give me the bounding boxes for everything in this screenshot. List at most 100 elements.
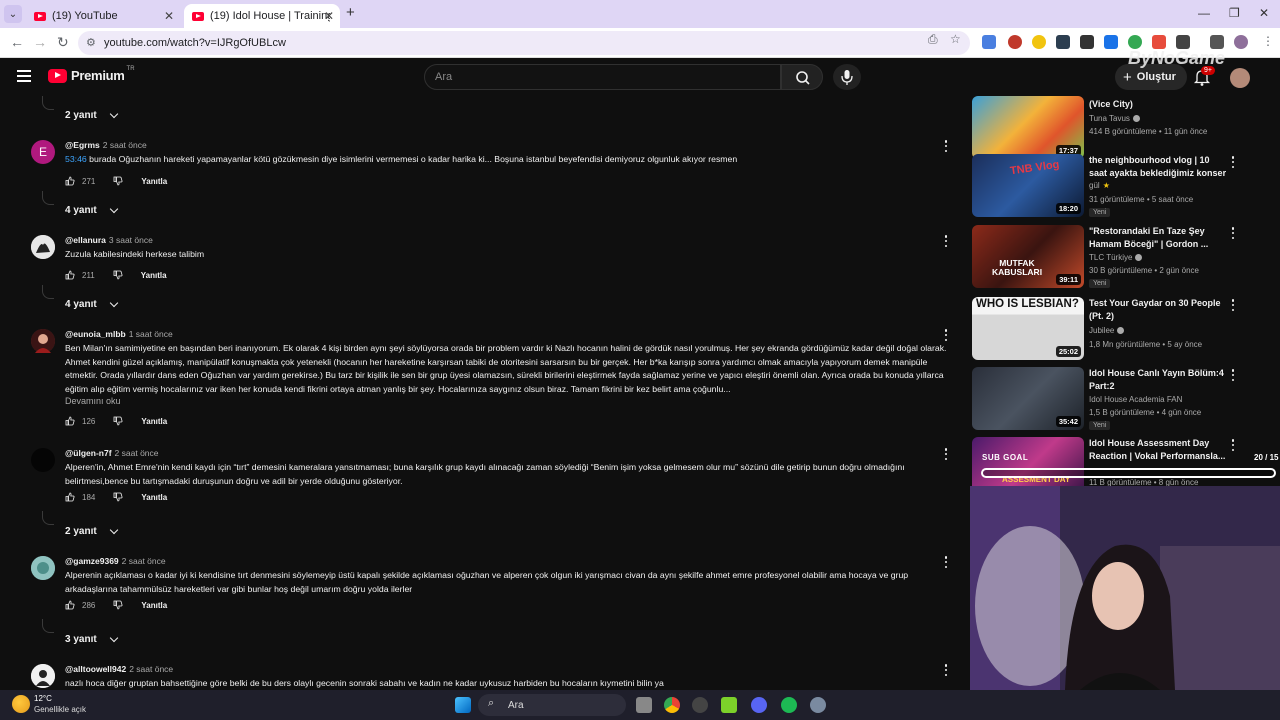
address-bar[interactable]: ⚙ youtube.com/watch?v=IJRgOfUBLcw — [78, 31, 970, 55]
video-channel[interactable]: Jubilee — [1089, 326, 1125, 335]
video-channel[interactable]: Tuna Tavus — [1089, 114, 1140, 123]
video-menu-icon[interactable] — [1231, 369, 1235, 381]
thumbs-up-icon[interactable] — [65, 270, 75, 280]
view-replies-button[interactable]: 3 yanıt — [65, 633, 118, 645]
task-view-icon[interactable] — [636, 697, 652, 713]
close-window-icon[interactable]: ✕ — [1259, 6, 1269, 20]
comment-time[interactable]: 3 saat önce — [109, 235, 153, 245]
site-info-icon[interactable]: ⚙ — [86, 36, 96, 49]
video-title[interactable]: Test Your Gaydar on 30 People (Pt. 2) — [1089, 297, 1229, 322]
video-title[interactable]: (Vice City) — [1089, 98, 1229, 111]
video-card[interactable]: 35:42 Idol House Canlı Yayın Bölüm:4 Par… — [970, 367, 1280, 433]
comment-menu-icon[interactable] — [944, 140, 948, 152]
tab-list-dropdown-icon[interactable]: ⌄ — [4, 5, 22, 23]
comment-author[interactable]: @Egrms — [65, 140, 100, 150]
close-tab-icon[interactable]: ✕ — [164, 9, 174, 23]
voice-search-button[interactable] — [833, 64, 861, 90]
comment-author[interactable]: @gamze9369 — [65, 556, 119, 566]
discord-icon[interactable] — [751, 697, 767, 713]
media-controls-icon[interactable] — [1210, 35, 1224, 49]
avatar[interactable] — [31, 329, 55, 353]
windows-start-icon[interactable] — [455, 697, 471, 713]
extension-icon[interactable] — [1056, 35, 1070, 49]
extension-icon[interactable] — [1104, 35, 1118, 49]
avatar[interactable] — [31, 235, 55, 259]
weather-description[interactable]: Genellikle açık — [34, 705, 86, 714]
account-avatar[interactable] — [1230, 68, 1250, 88]
thumbs-down-icon[interactable] — [113, 600, 123, 610]
video-card[interactable]: 17:37 (Vice City) Tuna Tavus 414 B görün… — [970, 96, 1280, 162]
browser-menu-icon[interactable]: ⋮ — [1262, 34, 1274, 48]
avatar[interactable]: E — [31, 140, 55, 164]
comment-time[interactable]: 2 saat önce — [129, 664, 173, 674]
install-app-icon[interactable]: ⎙ — [928, 32, 938, 47]
reload-icon[interactable]: ↻ — [57, 34, 69, 51]
new-tab-button[interactable]: + — [346, 4, 355, 21]
view-replies-button[interactable]: 2 yanıt — [65, 525, 118, 537]
thumbs-up-icon[interactable] — [65, 492, 75, 502]
view-replies-button[interactable]: 4 yanıt — [65, 298, 118, 310]
reply-button[interactable]: Yanıtla — [141, 493, 167, 502]
minimize-icon[interactable]: — — [1198, 6, 1210, 20]
comment-time[interactable]: 2 saat önce — [103, 140, 147, 150]
bookmark-star-icon[interactable]: ☆ — [950, 32, 961, 46]
video-menu-icon[interactable] — [1231, 227, 1235, 239]
video-title[interactable]: Idol House Assessment Day Reaction | Vok… — [1089, 437, 1229, 462]
video-channel[interactable]: gül ★ — [1089, 181, 1110, 190]
reply-button[interactable]: Yanıtla — [141, 271, 167, 280]
search-button[interactable] — [781, 64, 823, 90]
reply-button[interactable]: Yanıtla — [141, 601, 167, 610]
extension-icon[interactable] — [1152, 35, 1166, 49]
comment-menu-icon[interactable] — [944, 664, 948, 676]
avatar[interactable] — [31, 556, 55, 580]
extension-icon[interactable] — [1008, 35, 1022, 49]
hamburger-menu-icon[interactable] — [17, 70, 31, 82]
search-input[interactable]: Ara — [424, 64, 781, 90]
video-thumbnail[interactable]: TNB Vlog 18:20 — [972, 154, 1084, 217]
forward-icon[interactable]: → — [33, 34, 47, 50]
thumbs-down-icon[interactable] — [113, 176, 123, 186]
translate-extension-icon[interactable] — [982, 35, 996, 49]
video-thumbnail[interactable]: WHO IS LESBIAN? 25:02 — [972, 297, 1084, 360]
thumbs-down-icon[interactable] — [113, 270, 123, 280]
weather-temperature[interactable]: 12°C — [34, 694, 52, 703]
comment-menu-icon[interactable] — [944, 235, 948, 247]
close-tab-icon[interactable]: ✕ — [324, 9, 334, 23]
video-card[interactable]: MUTFAK KABUSLARI 39:11 "Restorandaki En … — [970, 225, 1280, 291]
profile-avatar-icon[interactable] — [1234, 35, 1248, 49]
video-title[interactable]: the neighbourhood vlog | 10 saat ayakta … — [1089, 154, 1229, 179]
extension-icon[interactable] — [1080, 35, 1094, 49]
view-replies-button[interactable]: 4 yanıt — [65, 204, 118, 216]
taskbar-search[interactable]: ⌕ Ara — [478, 694, 626, 716]
adblock-extension-icon[interactable] — [1128, 35, 1142, 49]
comment-time[interactable]: 2 saat önce — [115, 448, 159, 458]
live-app-icon[interactable] — [721, 697, 737, 713]
video-thumbnail[interactable]: 17:37 — [972, 96, 1084, 159]
restore-icon[interactable]: ❐ — [1229, 6, 1240, 20]
timestamp-link[interactable]: 53:46 — [65, 154, 87, 164]
video-channel[interactable]: Idol House Academia FAN — [1089, 395, 1182, 404]
thumbs-up-icon[interactable] — [65, 600, 75, 610]
comment-menu-icon[interactable] — [944, 329, 948, 341]
comment-menu-icon[interactable] — [944, 448, 948, 460]
comment-time[interactable]: 2 saat önce — [122, 556, 166, 566]
video-thumbnail[interactable]: MUTFAK KABUSLARI 39:11 — [972, 225, 1084, 288]
extensions-puzzle-icon[interactable] — [1176, 35, 1190, 49]
avatar[interactable] — [31, 448, 55, 472]
thumbs-down-icon[interactable] — [113, 492, 123, 502]
reply-button[interactable]: Yanıtla — [141, 177, 167, 186]
thumbs-up-icon[interactable] — [65, 176, 75, 186]
extension-icon[interactable] — [1032, 35, 1046, 49]
comment-menu-icon[interactable] — [944, 556, 948, 568]
comment-author[interactable]: @ülgen-n7f — [65, 448, 112, 458]
youtube-premium-logo[interactable]: Premium TR — [48, 66, 135, 83]
back-icon[interactable]: ← — [10, 34, 24, 50]
video-channel[interactable]: TLC Türkiye — [1089, 253, 1143, 262]
settings-gear-icon[interactable] — [810, 697, 826, 713]
video-thumbnail[interactable]: 35:42 — [972, 367, 1084, 430]
video-card[interactable]: WHO IS LESBIAN? 25:02 Test Your Gaydar o… — [970, 297, 1280, 363]
video-menu-icon[interactable] — [1231, 156, 1235, 168]
view-replies-button[interactable]: 2 yanıt — [65, 109, 118, 121]
reply-button[interactable]: Yanıtla — [141, 417, 167, 426]
comment-author[interactable]: @eunoia_mlbb — [65, 329, 126, 339]
